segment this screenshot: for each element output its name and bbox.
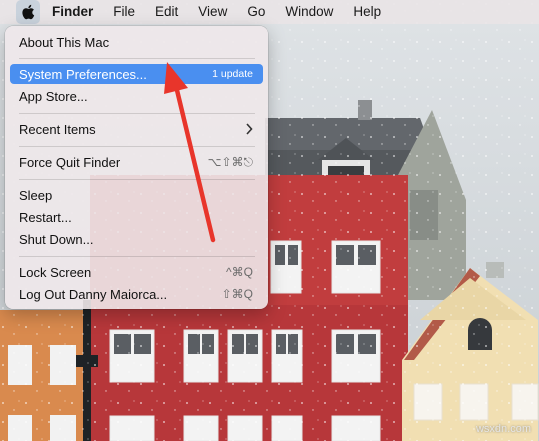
menu-file[interactable]: File bbox=[103, 0, 145, 24]
apple-logo-icon[interactable] bbox=[16, 0, 40, 24]
chevron-right-icon bbox=[246, 123, 253, 135]
watermark: wsxdn.com bbox=[475, 423, 531, 435]
menu-separator bbox=[19, 256, 255, 257]
menu-finder[interactable]: Finder bbox=[46, 0, 103, 24]
menu-item-sleep[interactable]: Sleep bbox=[10, 185, 263, 205]
menu-item-force-quit[interactable]: Force Quit Finder ⌥⇧⌘⎋ bbox=[10, 152, 263, 172]
menu-item-restart[interactable]: Restart... bbox=[10, 207, 263, 227]
menu-item-app-store[interactable]: App Store... bbox=[10, 86, 263, 106]
menu-view[interactable]: View bbox=[188, 0, 237, 24]
menu-separator bbox=[19, 113, 255, 114]
menu-item-lock-screen[interactable]: Lock Screen ^⌘Q bbox=[10, 262, 263, 282]
menu-help[interactable]: Help bbox=[343, 0, 391, 24]
menu-item-label: Lock Screen bbox=[19, 264, 92, 280]
apple-menu-dropdown: About This Mac System Preferences... 1 u… bbox=[5, 26, 268, 309]
menu-item-label: App Store... bbox=[19, 88, 88, 104]
menu-item-shut-down[interactable]: Shut Down... bbox=[10, 229, 263, 249]
shortcut-force-quit: ⌥⇧⌘⎋ bbox=[207, 154, 253, 169]
menu-go[interactable]: Go bbox=[237, 0, 275, 24]
menu-separator bbox=[19, 179, 255, 180]
menu-item-label: Recent Items bbox=[19, 121, 96, 137]
menu-item-label: About This Mac bbox=[19, 34, 110, 50]
menu-item-label: System Preferences... bbox=[19, 66, 147, 82]
menu-window[interactable]: Window bbox=[275, 0, 343, 24]
menu-item-system-preferences[interactable]: System Preferences... 1 update bbox=[10, 64, 263, 84]
menu-item-label: Sleep bbox=[19, 187, 53, 203]
shortcut-log-out: ⇧⌘Q bbox=[221, 287, 253, 301]
menu-item-log-out[interactable]: Log Out Danny Maiorca... ⇧⌘Q bbox=[10, 284, 263, 304]
menu-separator bbox=[19, 58, 255, 59]
menu-item-label: Log Out Danny Maiorca... bbox=[19, 286, 168, 302]
menu-bar: Finder File Edit View Go Window Help bbox=[0, 0, 539, 24]
menu-separator bbox=[19, 146, 255, 147]
menu-item-about-this-mac[interactable]: About This Mac bbox=[10, 32, 263, 52]
menu-edit[interactable]: Edit bbox=[145, 0, 188, 24]
shortcut-lock-screen: ^⌘Q bbox=[226, 265, 253, 279]
menu-item-label: Shut Down... bbox=[19, 231, 94, 247]
menu-item-label: Restart... bbox=[19, 209, 72, 225]
update-badge: 1 update bbox=[212, 68, 253, 80]
menu-item-label: Force Quit Finder bbox=[19, 154, 121, 170]
menu-item-recent-items[interactable]: Recent Items bbox=[10, 119, 263, 139]
